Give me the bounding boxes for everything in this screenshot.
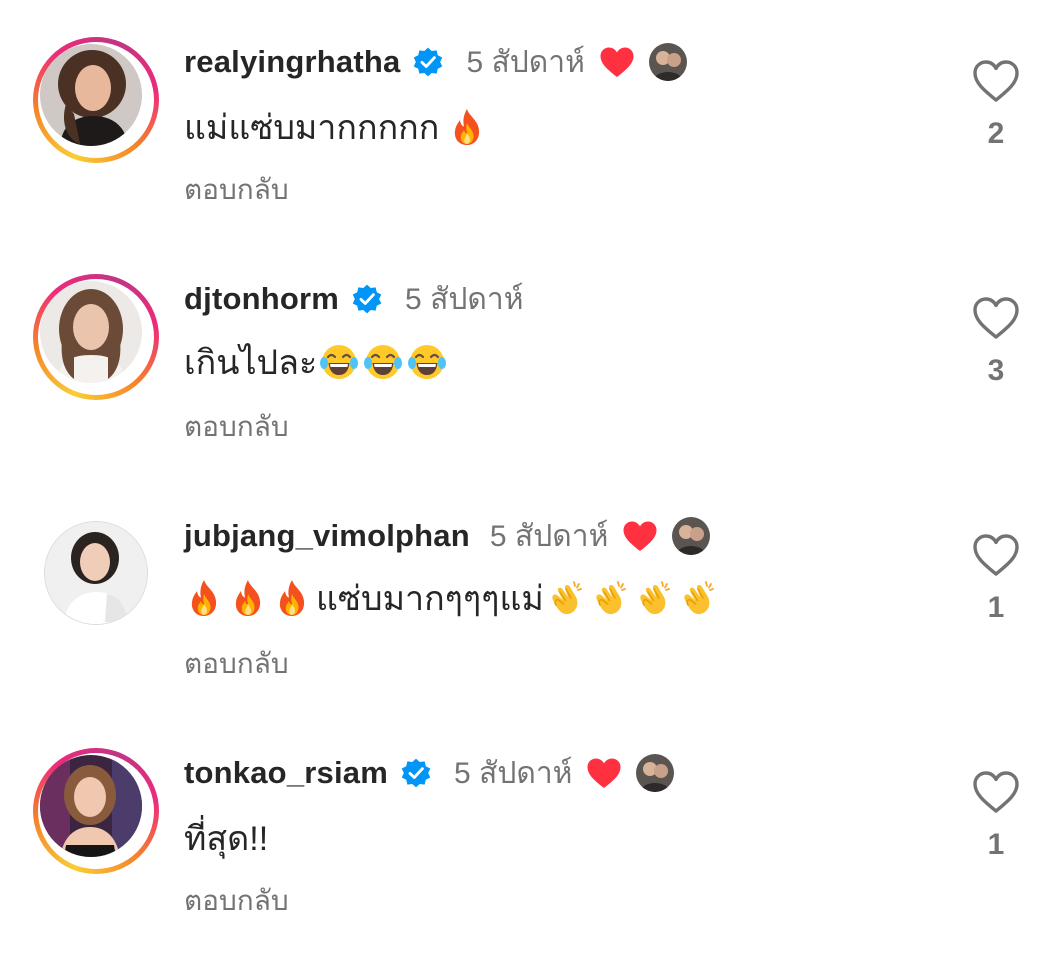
comment-item: djtonhorm 5 สัปดาห์ เกินไปละ ตอบกลับ 3 [0,237,1061,442]
timestamp: 5 สัปดาห์ [489,519,609,553]
timestamp: 5 สัปดาห์ [405,282,524,316]
fire-emoji-icon [184,578,224,618]
like-count: 1 [987,828,1005,861]
comment-body: เกินไปละ [184,344,318,382]
heart-outline-icon[interactable] [972,296,1020,340]
avatar[interactable] [33,274,159,400]
comment-text: เกินไปละ [184,338,447,386]
like-count: 1 [987,591,1005,624]
comment-text: แม่แซ่บมากกกกก [184,103,487,151]
liked-by-author-heart-icon [599,46,635,78]
comment-body: แม่แซ่บมากกกกก [184,109,440,147]
avatar[interactable] [33,37,159,163]
clap-emoji-icon [590,578,630,618]
fire-emoji-icon [272,578,312,618]
username[interactable]: realyingrhatha [184,44,400,80]
fire-emoji-icon [447,107,487,147]
comment-header: jubjang_vimolphan 5 สัปดาห์ [184,514,711,558]
author-avatar-icon [648,43,687,81]
username[interactable]: jubjang_vimolphan [184,518,470,554]
reply-button[interactable]: ตอบกลับ [184,879,289,923]
comment-body: ที่สุด!! [184,820,269,858]
timestamp: 5 สัปดาห์ [466,45,585,79]
like-count: 2 [987,117,1005,150]
like-column: 1 [970,533,1022,625]
timestamp: 5 สัปดาห์ [453,756,573,790]
verified-badge-icon [412,46,444,78]
joy-emoji-icon [319,342,359,382]
author-avatar-icon [636,754,675,792]
reply-button[interactable]: ตอบกลับ [184,405,289,449]
like-count: 3 [987,354,1005,387]
comment-text: แซ่บมากๆๆๆแม่ [184,574,718,622]
comment-text: ที่สุด!! [184,814,268,862]
comment-item: jubjang_vimolphan 5 สัปดาห์ แซ่บมากๆๆๆแม… [0,474,1061,679]
username[interactable]: tonkao_rsiam [184,755,388,791]
joy-emoji-icon [363,342,403,382]
like-column: 2 [970,59,1022,151]
clap-emoji-icon [634,578,674,618]
liked-by-author-heart-icon [586,757,622,789]
heart-outline-icon[interactable] [972,533,1020,577]
comment-body: แซ่บมากๆๆๆแม่ [316,580,544,618]
comment-header: djtonhorm 5 สัปดาห์ [184,277,524,321]
heart-outline-icon[interactable] [972,59,1020,103]
verified-badge-icon [351,283,383,315]
fire-emoji-icon [228,578,268,618]
comment-header: tonkao_rsiam 5 สัปดาห์ [184,751,675,795]
author-avatar-icon [672,517,711,555]
clap-emoji-icon [546,578,586,618]
clap-emoji-icon [678,578,718,618]
username[interactable]: djtonhorm [184,281,339,317]
heart-outline-icon[interactable] [972,770,1020,814]
comment-header: realyingrhatha 5 สัปดาห์ [184,40,687,84]
reply-button[interactable]: ตอบกลับ [184,168,289,212]
avatar[interactable] [44,521,148,625]
like-column: 3 [970,296,1022,388]
verified-badge-icon [400,757,432,789]
comment-item: realyingrhatha 5 สัปดาห์ แม่แซ่บมากกกกก … [0,0,1061,205]
joy-emoji-icon [407,342,447,382]
reply-button[interactable]: ตอบกลับ [184,642,289,686]
avatar[interactable] [33,748,159,874]
like-column: 1 [970,770,1022,862]
liked-by-author-heart-icon [622,520,658,552]
comment-item: tonkao_rsiam 5 สัปดาห์ ที่สุด!! ตอบกลับ … [0,711,1061,916]
